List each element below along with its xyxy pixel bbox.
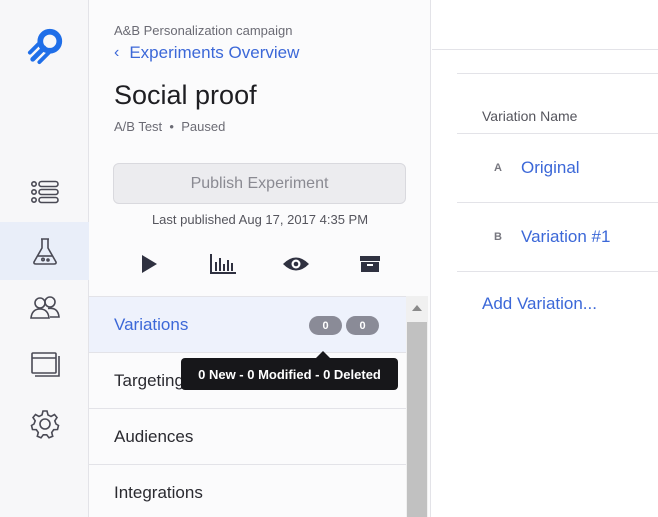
- variation-letter: B: [494, 231, 502, 243]
- chevron-left-icon: ‹: [114, 44, 120, 61]
- flask-icon: [32, 238, 57, 265]
- separator-dot: •: [165, 119, 178, 134]
- rail-item-projects[interactable]: [0, 163, 89, 221]
- audiences-icon: [29, 296, 60, 319]
- add-variation-link[interactable]: Add Variation...: [482, 294, 597, 314]
- results-chart-icon: [209, 254, 236, 274]
- changes-tooltip: 0 New - 0 Modified - 0 Deleted: [181, 358, 398, 390]
- column-header-variation-name: Variation Name: [482, 108, 578, 124]
- browser-window-icon: [30, 352, 60, 377]
- experiment-meta: A/B Test • Paused: [114, 119, 225, 134]
- experiment-nav-list: Variations 0 0 Targeting Audiences Integ…: [89, 296, 406, 517]
- experiment-toolbar: [113, 246, 406, 282]
- page-title: Social proof: [114, 80, 257, 110]
- variation-name-link[interactable]: Original: [521, 158, 580, 178]
- variations-main: Variation Name A Original B Variation #1…: [432, 0, 658, 517]
- experiment-panel: A&B Personalization campaign ‹ Experimen…: [89, 0, 431, 517]
- change-count-badges[interactable]: 0 0: [309, 316, 379, 335]
- nav-item-integrations[interactable]: Integrations: [89, 465, 406, 517]
- nav-item-label: Targeting: [114, 370, 184, 390]
- archive-button[interactable]: [354, 248, 386, 280]
- scrollbar[interactable]: [406, 296, 428, 517]
- variation-row: B Variation #1: [457, 203, 658, 272]
- results-button[interactable]: [207, 248, 239, 280]
- divider: [457, 73, 658, 74]
- scroll-thumb[interactable]: [407, 322, 427, 517]
- gear-icon: [30, 410, 59, 439]
- status-badge: Paused: [181, 119, 226, 134]
- rail-item-settings[interactable]: [0, 395, 89, 453]
- top-bar: [432, 0, 658, 50]
- tooltip-arrow: [316, 351, 330, 358]
- nav-item-variations[interactable]: Variations 0 0: [89, 297, 406, 353]
- last-published-text: Last published Aug 17, 2017 4:35 PM: [151, 212, 369, 227]
- rail-item-audiences[interactable]: [0, 279, 89, 337]
- count-badge: 0: [346, 316, 379, 335]
- rail-item-implementation[interactable]: [0, 335, 89, 393]
- preview-eye-icon: [283, 257, 310, 271]
- variation-row: A Original: [457, 134, 658, 203]
- archive-icon: [359, 256, 380, 272]
- nav-item-audiences[interactable]: Audiences: [89, 409, 406, 465]
- variation-letter: A: [494, 162, 502, 174]
- preview-button[interactable]: [280, 248, 312, 280]
- variation-name-link[interactable]: Variation #1: [521, 227, 610, 247]
- nav-item-label: Integrations: [114, 482, 203, 502]
- nav-item-label: Audiences: [114, 426, 194, 446]
- list-icon: [30, 180, 59, 204]
- nav-item-label: Variations: [114, 314, 189, 334]
- optimizely-logo[interactable]: [27, 27, 65, 65]
- scroll-up-arrow-icon[interactable]: [412, 305, 422, 311]
- publish-experiment-button[interactable]: Publish Experiment: [113, 163, 406, 204]
- breadcrumb-link[interactable]: Experiments Overview: [129, 43, 299, 63]
- play-button[interactable]: [133, 248, 165, 280]
- play-icon: [142, 255, 157, 273]
- left-nav-rail: [0, 0, 89, 517]
- rail-item-experiments[interactable]: [0, 222, 89, 280]
- campaign-name: A&B Personalization campaign: [114, 23, 293, 38]
- count-badge: 0: [309, 316, 342, 335]
- experiment-type: A/B Test: [114, 119, 163, 134]
- breadcrumb[interactable]: ‹ Experiments Overview: [114, 43, 299, 63]
